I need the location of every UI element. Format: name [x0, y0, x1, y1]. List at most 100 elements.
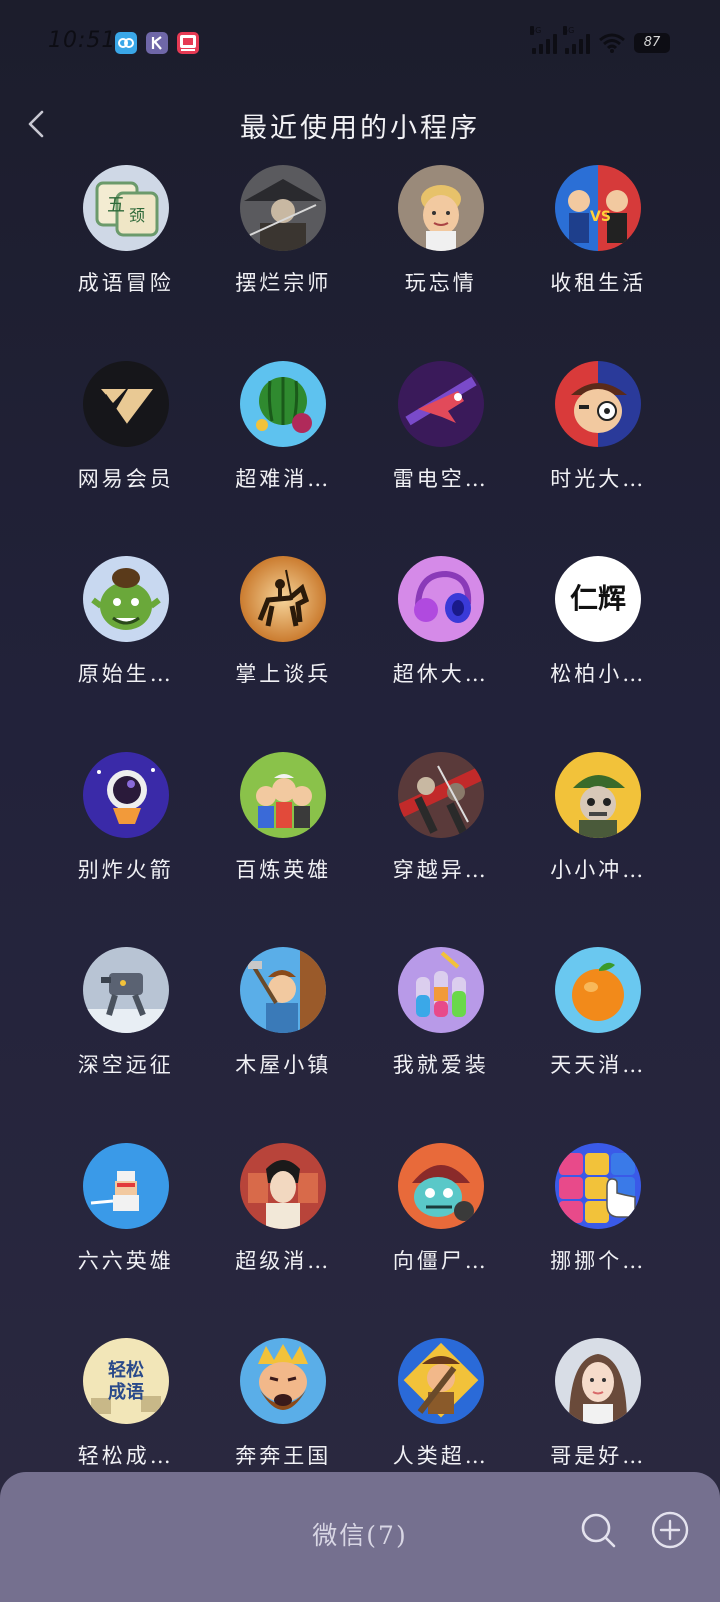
mini-program-label: 哥是好…: [550, 1444, 647, 1468]
baidu-netdisk-icon: [115, 32, 137, 54]
mini-program-item[interactable]: 时光大…: [520, 360, 678, 557]
idiom-logo-text-2: 成语: [108, 1381, 144, 1403]
mini-program-label: 挪挪个…: [550, 1248, 647, 1273]
hero-group-icon: [240, 751, 327, 838]
signal-tag: 5G: [530, 26, 542, 35]
mini-program-label: 掌上谈兵: [235, 662, 332, 686]
header: 最近使用的小程序: [0, 100, 720, 150]
mini-program-item[interactable]: 六六英雄: [47, 1142, 205, 1339]
fighter-jet-icon: [397, 360, 484, 447]
astronaut-icon: [82, 751, 169, 838]
mini-program-grid: 五颈 成语冒险 摆烂宗师 玩忘情 VS 收租生活 网易会员 超难消… 雷电空… …: [47, 165, 677, 1534]
mini-program-item[interactable]: 木屋小镇: [205, 947, 363, 1143]
gold-v-logo-icon: [82, 360, 169, 447]
mini-program-label: 超难消…: [235, 466, 332, 491]
mini-program-item[interactable]: 深空远征: [47, 947, 205, 1143]
pixel-ninja-icon: [82, 1142, 169, 1229]
search-button[interactable]: [578, 1510, 618, 1550]
mini-program-item[interactable]: 掌上谈兵: [205, 556, 363, 752]
mini-program-item[interactable]: 挪挪个…: [520, 1142, 678, 1339]
caveman-icon: [397, 1338, 484, 1424]
bottom-bar: 微信(7): [0, 1472, 720, 1602]
mini-program-label: 雷电空…: [392, 466, 489, 491]
plus-circle-icon: [651, 1511, 689, 1549]
mini-program-label: 小小冲…: [550, 857, 647, 882]
search-icon: [581, 1513, 616, 1548]
add-button[interactable]: [650, 1510, 690, 1550]
svg-text:五: 五: [107, 195, 125, 216]
palace-lady-icon: [240, 1142, 327, 1229]
soldier-icon: [555, 751, 642, 838]
page-title: 最近使用的小程序: [240, 113, 480, 144]
mini-program-item[interactable]: 小小冲…: [520, 751, 678, 948]
status-bar: 10:51 5G 5G 87: [0, 0, 720, 86]
mini-program-item[interactable]: 超休大…: [362, 556, 520, 752]
mini-program-label: 轻松成…: [77, 1444, 174, 1468]
mini-program-label: 收租生活: [550, 271, 647, 295]
headphones-icon: [397, 556, 484, 642]
wifi-icon: [599, 33, 625, 53]
mech-robot-icon: [82, 947, 169, 1033]
status-indicators: 5G 5G 87: [530, 26, 670, 58]
horse-rider-icon: [240, 556, 327, 642]
mini-program-label: 穿越异…: [392, 857, 489, 882]
mini-program-label: 我就爱装: [392, 1053, 489, 1077]
mini-program-label: 百炼英雄: [235, 857, 332, 882]
signal-icon: 5G: [530, 26, 557, 54]
lumberjack-icon: [240, 947, 327, 1033]
red-app-icon: [177, 32, 199, 54]
mini-program-label: 网易会员: [77, 466, 174, 491]
renhui-text-icon: 仁辉: [555, 556, 642, 642]
mini-program-item[interactable]: 仁辉 松柏小…: [520, 556, 678, 752]
green-orc-icon: [82, 556, 169, 642]
mini-program-label: 别炸火箭: [77, 857, 174, 882]
mini-program-item[interactable]: 五颈 成语冒险: [47, 165, 205, 361]
mini-program-item[interactable]: 向僵尸…: [362, 1142, 520, 1339]
mini-program-item[interactable]: 超难消…: [205, 360, 363, 557]
warrior-fight-icon: [397, 751, 484, 838]
idiom-book-icon: 轻松 成语: [82, 1338, 169, 1424]
mini-program-item[interactable]: 百炼英雄: [205, 751, 363, 948]
renhui-logo-text: 仁辉: [570, 582, 626, 615]
mini-program-item[interactable]: 天天消…: [520, 947, 678, 1143]
girl-portrait-icon: [555, 1338, 642, 1424]
mini-program-item[interactable]: 雷电空…: [362, 360, 520, 557]
mini-program-label: 人类超…: [392, 1444, 489, 1468]
mini-program-item[interactable]: 超级消…: [205, 1142, 363, 1339]
mini-program-item[interactable]: 网易会员: [47, 360, 205, 557]
mini-program-label: 六六英雄: [77, 1248, 174, 1273]
watermelon-icon: [240, 360, 327, 447]
mini-program-label: 超休大…: [392, 662, 489, 686]
mini-program-label: 原始生…: [77, 662, 174, 686]
mini-program-item[interactable]: 穿越异…: [362, 751, 520, 948]
swordsman-hat-icon: [240, 165, 327, 251]
cartoon-boy-icon: [555, 360, 642, 447]
signal-tag: 5G: [563, 26, 575, 35]
mini-program-label: 超级消…: [235, 1248, 332, 1273]
mini-program-item[interactable]: 摆烂宗师: [205, 165, 363, 361]
mini-program-label: 奔奔王国: [235, 1444, 332, 1468]
svg-text:颈: 颈: [129, 206, 145, 225]
star-blocks-icon: [555, 1142, 642, 1229]
mini-program-label: 木屋小镇: [235, 1053, 332, 1077]
mini-program-label: 摆烂宗师: [235, 271, 332, 295]
zombie-icon: [397, 1142, 484, 1229]
signal-icon: 5G: [563, 26, 590, 54]
mahjong-tile-icon: 五颈: [82, 165, 169, 251]
mini-program-item[interactable]: VS 收租生活: [520, 165, 678, 361]
mini-program-label: 成语冒险: [77, 271, 174, 295]
mini-program-label: 玩忘情: [404, 271, 477, 295]
status-time: 10:51: [48, 28, 117, 53]
mini-program-item[interactable]: 玩忘情: [362, 165, 520, 361]
mini-program-item[interactable]: 原始生…: [47, 556, 205, 752]
blond-man-icon: [397, 165, 484, 251]
bearded-king-icon: [240, 1338, 327, 1424]
mini-program-label: 深空远征: [77, 1053, 174, 1077]
sort-bottles-icon: [397, 947, 484, 1033]
svg-text:VS: VS: [590, 209, 611, 225]
idiom-logo-text-1: 轻松: [108, 1359, 144, 1381]
mini-program-item[interactable]: 别炸火箭: [47, 751, 205, 948]
mini-program-label: 天天消…: [550, 1053, 647, 1077]
mini-program-item[interactable]: 我就爱装: [362, 947, 520, 1143]
mini-program-label: 松柏小…: [550, 662, 647, 686]
